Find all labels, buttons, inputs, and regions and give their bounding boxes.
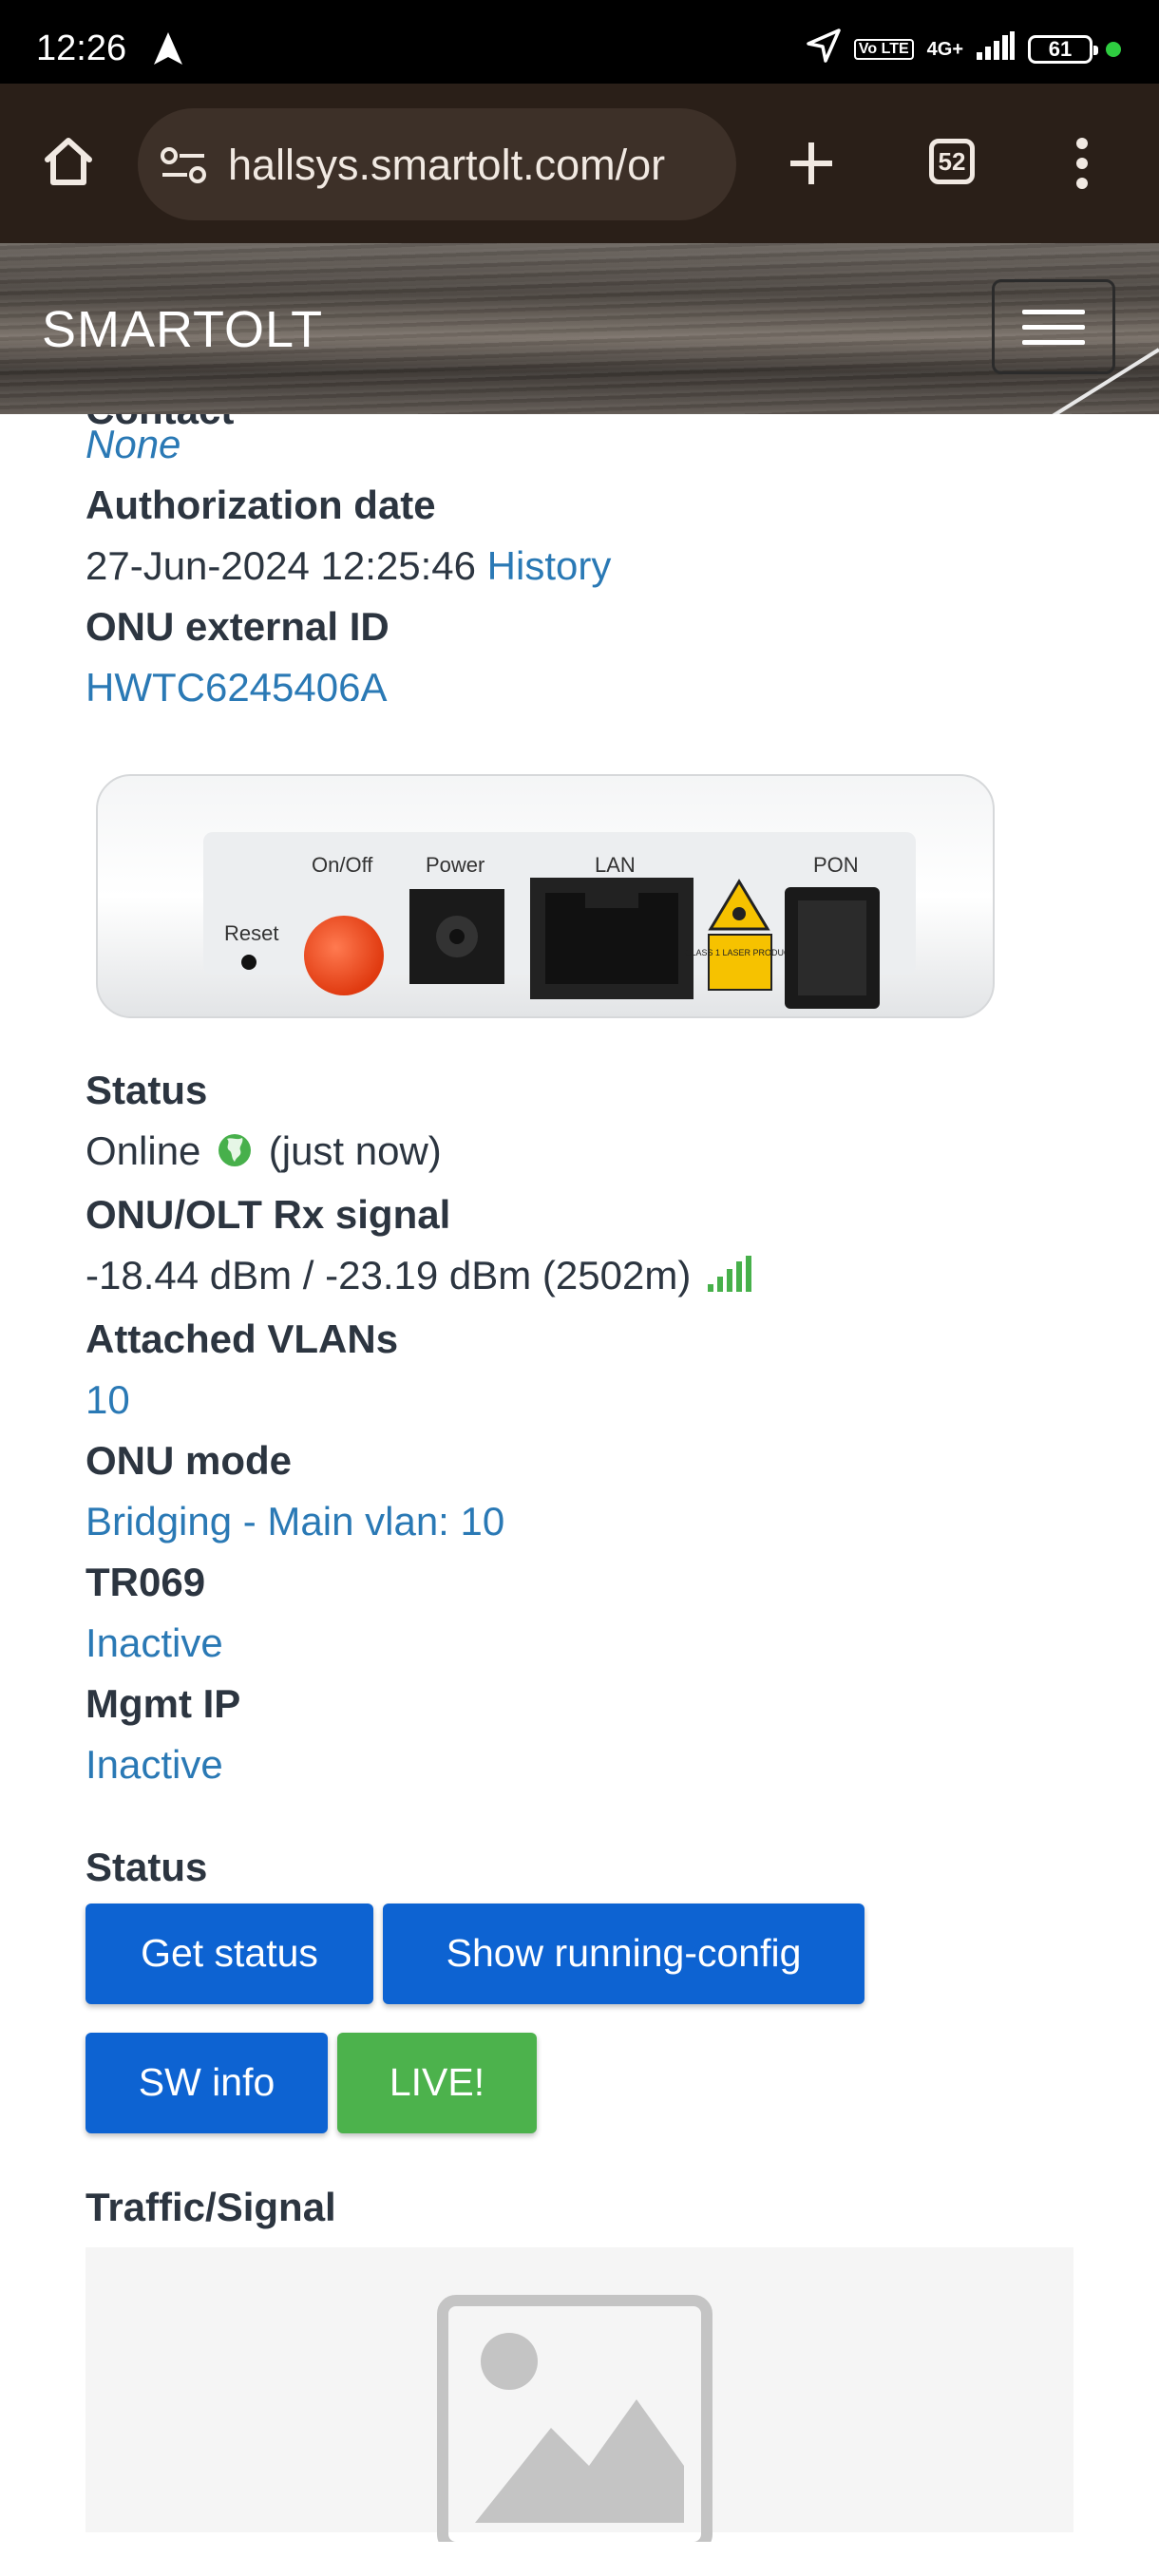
- auth-date-value: 27-Jun-2024 12:25:46: [86, 543, 476, 588]
- contact-value[interactable]: None: [86, 414, 1074, 475]
- status-value: Online: [86, 1128, 201, 1173]
- privacy-indicator-dot: [1106, 41, 1121, 57]
- get-status-button[interactable]: Get status: [86, 1903, 373, 2004]
- rx-signal-value: -18.44 dBm / -23.19 dBm (2502m): [86, 1252, 692, 1297]
- vlans-value[interactable]: 10: [86, 1370, 1074, 1430]
- onu-details: None Authorization date 27-Jun-2024 12:2…: [86, 414, 1074, 2542]
- status-icons: Vo LTE 4G+ 61: [807, 28, 1121, 69]
- show-running-config-button[interactable]: Show running-config: [383, 1903, 864, 2004]
- plus-icon[interactable]: [787, 139, 836, 193]
- auth-date-row: 27-Jun-2024 12:25:46 History: [86, 536, 1074, 597]
- sw-info-button[interactable]: SW info: [86, 2032, 328, 2133]
- status-button-row: Get status Show running-config: [86, 1903, 1074, 2004]
- rx-signal-label: ONU/OLT Rx signal: [86, 1191, 451, 1237]
- site-header: SMARTOLT: [0, 243, 1159, 414]
- tr069-value[interactable]: Inactive: [86, 1613, 1074, 1674]
- clock: 12:26: [36, 28, 127, 68]
- mgmt-ip-value[interactable]: Inactive: [86, 1734, 1074, 1795]
- onu-device-image: Reset On/Off Power LAN CLASS 1 LASER PRO…: [91, 766, 998, 1022]
- browser-toolbar: hallsys.smartolt.com/or 52: [0, 84, 1159, 243]
- hamburger-icon[interactable]: [992, 279, 1115, 374]
- pon-label: PON: [813, 853, 859, 877]
- history-link[interactable]: History: [487, 543, 612, 588]
- battery-icon: 61: [1028, 34, 1098, 64]
- status-row: Online (just now): [86, 1121, 1074, 1184]
- status-section-title: Status: [86, 1844, 208, 1889]
- live-button[interactable]: LIVE!: [337, 2032, 537, 2133]
- traffic-section-title: Traffic/Signal: [86, 2184, 336, 2229]
- brand-logo[interactable]: SMARTOLT: [42, 300, 323, 359]
- image-placeholder-icon: [437, 2294, 712, 2542]
- on-off-label: On/Off: [312, 853, 373, 877]
- more-vert-icon[interactable]: [1075, 137, 1089, 195]
- location-arrow-icon: [807, 28, 841, 69]
- mode-label: ONU mode: [86, 1437, 293, 1483]
- status-bar: 12:26 Vo LTE 4G+ 61: [0, 0, 1159, 84]
- tr069-label: TR069: [86, 1559, 206, 1604]
- network-type: 4G+: [926, 38, 963, 60]
- tabs-icon[interactable]: 52: [929, 139, 975, 184]
- mode-value[interactable]: Bridging - Main vlan: 10: [86, 1491, 1074, 1552]
- globe-icon: [218, 1124, 252, 1184]
- external-id-label: ONU external ID: [86, 604, 390, 649]
- power-label: Power: [426, 853, 484, 877]
- mgmt-ip-label: Mgmt IP: [86, 1680, 241, 1726]
- rx-signal-row: -18.44 dBm / -23.19 dBm (2502m): [86, 1245, 1074, 1309]
- signal-icon: [977, 31, 1015, 66]
- status-time: (just now): [268, 1128, 442, 1173]
- navigation-arrow-icon: [154, 32, 182, 69]
- volte-badge: Vo LTE: [853, 38, 914, 60]
- address-bar[interactable]: hallsys.smartolt.com/or: [138, 108, 736, 220]
- site-settings-icon[interactable]: [161, 146, 208, 189]
- reset-label: Reset: [224, 921, 278, 945]
- lan-label: LAN: [595, 853, 636, 877]
- external-id-value[interactable]: HWTC6245406A: [86, 657, 1074, 718]
- signal-bars-icon: [707, 1248, 751, 1309]
- home-icon[interactable]: [40, 133, 97, 195]
- status-button-row-2: SW info LIVE!: [86, 2032, 1074, 2133]
- laser-warning-label: CLASS 1 LASER PRODUCT: [685, 948, 796, 957]
- traffic-graph-placeholder: [86, 2246, 1074, 2542]
- url-text[interactable]: hallsys.smartolt.com/or: [228, 141, 722, 190]
- vlans-label: Attached VLANs: [86, 1316, 399, 1361]
- status-label: Status: [86, 1068, 208, 1112]
- auth-date-label: Authorization date: [86, 483, 436, 527]
